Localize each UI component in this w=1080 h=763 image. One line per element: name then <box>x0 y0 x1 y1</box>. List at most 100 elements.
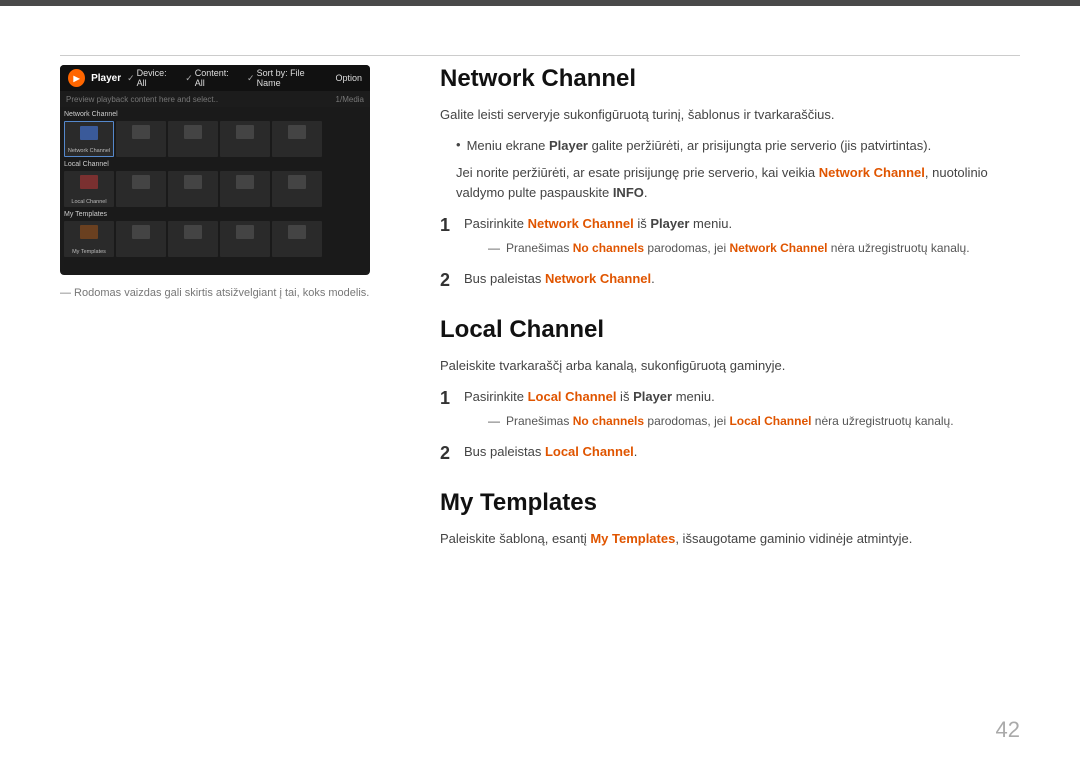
top-bar <box>0 0 1080 6</box>
template-item-4 <box>220 221 270 257</box>
local-step-2-content: Bus paleistas Local Channel. <box>464 442 1020 463</box>
li3-icon <box>184 175 202 189</box>
local-sub-note-text: Pranešimas No channels parodomas, jei Lo… <box>506 412 954 430</box>
ti2-icon <box>132 225 150 239</box>
bullet-text-1: Meniu ekrane Player galite peržiūrėti, a… <box>467 136 932 157</box>
step-1-content: Pasirinkite Network Channel iš Player me… <box>464 214 1020 261</box>
screenshot-box: ▶ Player ✓ Device: All ✓ Content: All ✓ … <box>60 65 370 275</box>
sub-dash-1: ― <box>488 239 500 257</box>
content-control: ✓ Content: All <box>185 68 237 88</box>
network-channel-section: Network Channel Network Channel <box>64 110 366 157</box>
no-channels-orange-1: No channels <box>573 241 644 255</box>
network-channel-orange-2: Network Channel <box>528 216 634 231</box>
ni5-icon <box>288 125 306 139</box>
network-info-note: Jei norite peržiūrėti, ar esate prisijun… <box>440 163 1020 205</box>
local-step-1: 1 Pasirinkite Local Channel iš Player me… <box>440 387 1020 434</box>
template-icon <box>80 225 98 239</box>
local-sub-note-1: ― Pranešimas No channels parodomas, jei … <box>488 412 1020 430</box>
player-bold-2: Player <box>650 216 689 231</box>
local-icon <box>80 175 98 189</box>
no-channels-orange-2: No channels <box>573 414 644 428</box>
player-label: Player <box>91 73 121 84</box>
local-item-1: Local Channel <box>64 171 114 207</box>
local-channel-orange-1: Local Channel <box>528 389 617 404</box>
li5-icon <box>288 175 306 189</box>
my-templates-title: My Templates <box>64 210 366 219</box>
network-channel-orange-3: Network Channel <box>729 241 827 255</box>
step-2-content: Bus paleistas Network Channel. <box>464 269 1020 290</box>
network-channel-title: Network Channel <box>64 110 366 119</box>
player-sections: Network Channel Network Channel <box>60 107 370 263</box>
ni4-icon <box>236 125 254 139</box>
li2-icon <box>132 175 150 189</box>
local-channel-orange-2: Local Channel <box>729 414 811 428</box>
network-item-2 <box>116 121 166 157</box>
my-templates-row: My Templates <box>64 221 366 257</box>
page-number: 42 <box>996 717 1020 743</box>
bullet-dot: • <box>456 137 461 152</box>
player-controls: ✓ Device: All ✓ Content: All ✓ Sort by: … <box>127 68 362 88</box>
network-item-5 <box>272 121 322 157</box>
local-item-5 <box>272 171 322 207</box>
network-channel-orange-4: Network Channel <box>545 271 651 286</box>
top-line <box>60 55 1020 56</box>
player-bold-3: Player <box>633 389 672 404</box>
step-1-number: 1 <box>440 214 464 237</box>
local-step-2-number: 2 <box>440 442 464 465</box>
local-step-2: 2 Bus paleistas Local Channel. <box>440 442 1020 465</box>
local-step-1-content: Pasirinkite Local Channel iš Player meni… <box>464 387 1020 434</box>
info-bold: INFO <box>613 185 644 200</box>
device-control: ✓ Device: All <box>127 68 175 88</box>
step-2-number: 2 <box>440 269 464 292</box>
template-item-2 <box>116 221 166 257</box>
network-item-4 <box>220 121 270 157</box>
local-item-4 <box>220 171 270 207</box>
sort-control: ✓ Sort by: File Name <box>247 68 325 88</box>
local-step-1-number: 1 <box>440 387 464 410</box>
network-icon <box>80 126 98 140</box>
local-item-2 <box>116 171 166 207</box>
network-channel-orange-1: Network Channel <box>819 165 925 180</box>
network-channel-heading: Network Channel <box>440 65 1020 93</box>
my-templates-orange: My Templates <box>590 531 675 546</box>
local-channel-heading: Local Channel <box>440 316 1020 344</box>
network-sub-note-1: ― Pranešimas No channels parodomas, jei … <box>488 239 1020 257</box>
search-text: Preview playback content here and select… <box>66 95 218 104</box>
local-channel-title: Local Channel <box>64 160 366 169</box>
network-step-2: 2 Bus paleistas Network Channel. <box>440 269 1020 292</box>
ni3-icon <box>184 125 202 139</box>
local-item-label: Local Channel <box>64 199 114 205</box>
left-panel: ▶ Player ✓ Device: All ✓ Content: All ✓ … <box>60 65 400 723</box>
player-count: 1/Media <box>336 95 364 104</box>
network-step-1: 1 Pasirinkite Network Channel iš Player … <box>440 214 1020 261</box>
template-item-1: My Templates <box>64 221 114 257</box>
my-templates-heading: My Templates <box>440 489 1020 517</box>
player-icon-label: ▶ <box>73 74 79 83</box>
ni2-icon <box>132 125 150 139</box>
screenshot-caption: ― Rodomas vaizdas gali skirtis atsižvelg… <box>60 285 400 302</box>
network-intro: Galite leisti serveryje sukonfigūruotą t… <box>440 105 1020 126</box>
ti3-icon <box>184 225 202 239</box>
network-bullet-1: • Meniu ekrane Player galite peržiūrėti,… <box>440 136 1020 157</box>
ti4-icon <box>236 225 254 239</box>
local-channel-row: Local Channel <box>64 171 366 207</box>
network-item-selected: Network Channel <box>64 121 114 157</box>
my-templates-section: My Templates My Templates <box>64 210 366 257</box>
right-panel: Network Channel Galite leisti serveryje … <box>440 65 1020 723</box>
local-intro: Paleiskite tvarkaraščį arba kanalą, suko… <box>440 356 1020 377</box>
ti5-icon <box>288 225 306 239</box>
player-bold-1: Player <box>549 138 588 153</box>
local-item-3 <box>168 171 218 207</box>
player-icon: ▶ <box>68 69 85 87</box>
local-channel-orange-3: Local Channel <box>545 444 634 459</box>
network-item-label: Network Channel <box>65 148 113 154</box>
template-item-label: My Templates <box>64 249 114 255</box>
local-sub-dash: ― <box>488 412 500 430</box>
template-item-3 <box>168 221 218 257</box>
my-templates-intro: Paleiskite šabloną, esantį My Templates,… <box>440 529 1020 550</box>
player-search-bar: Preview playback content here and select… <box>60 91 370 107</box>
local-channel-section: Local Channel Local Channel <box>64 160 366 207</box>
option-control: Option <box>335 68 362 88</box>
sub-note-text-1: Pranešimas No channels parodomas, jei Ne… <box>506 239 970 257</box>
network-channel-row: Network Channel <box>64 121 366 157</box>
